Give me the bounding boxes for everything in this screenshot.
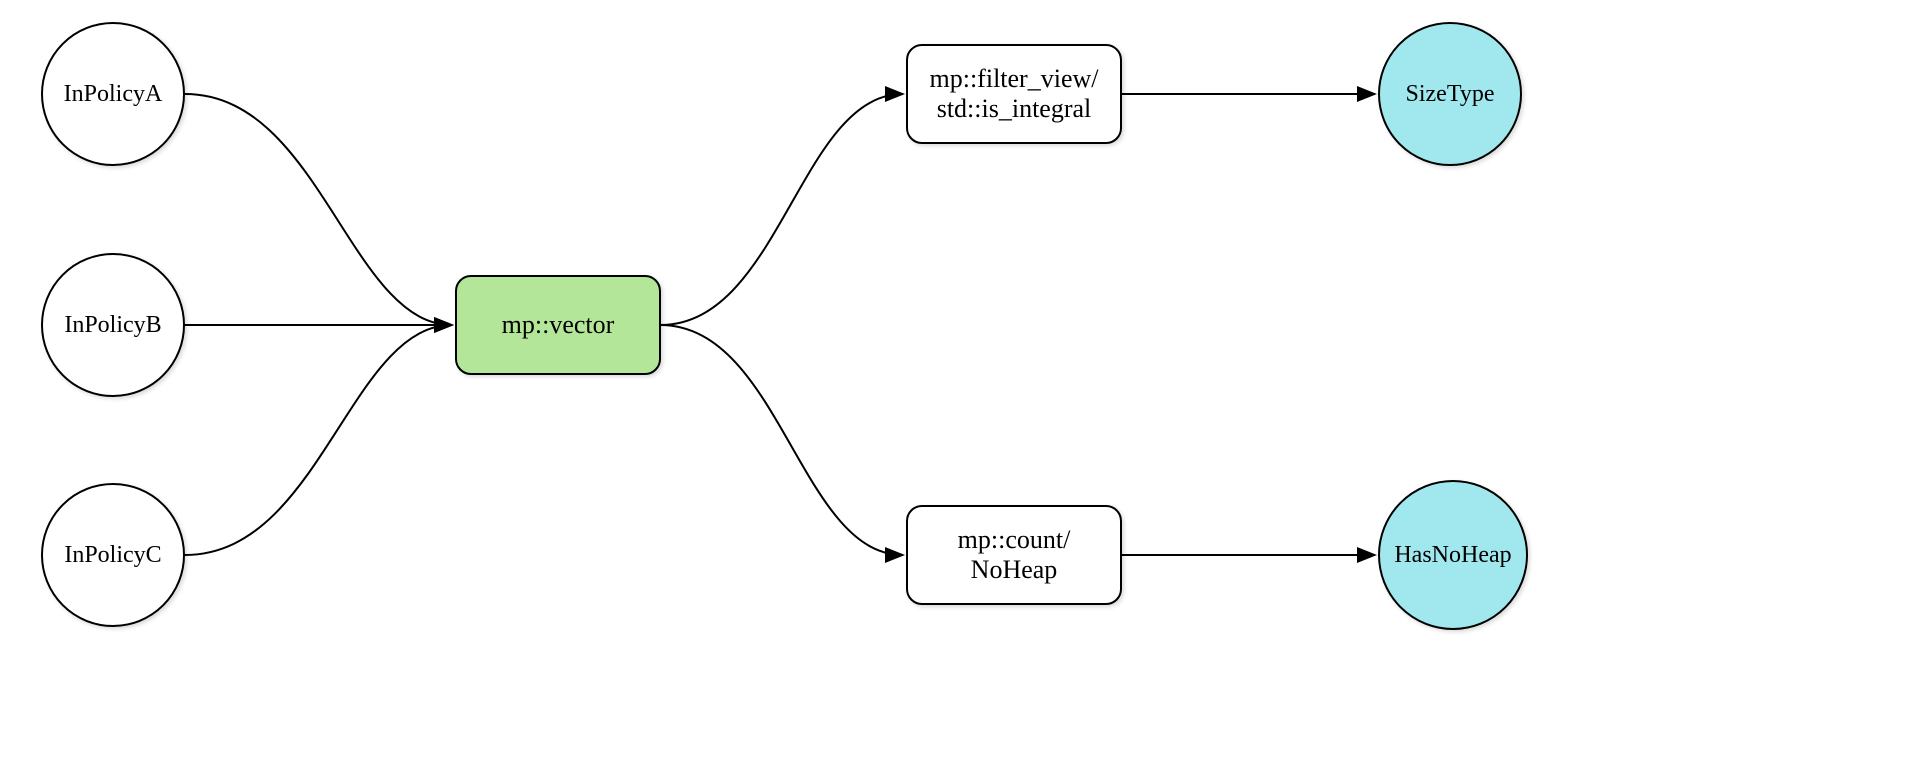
edge-vector-filterview — [660, 94, 903, 325]
node-has-no-heap: HasNoHeap — [1378, 480, 1528, 630]
node-in-policy-b: InPolicyB — [41, 253, 185, 397]
node-size-type: SizeType — [1378, 22, 1522, 166]
node-label: InPolicyB — [64, 312, 161, 339]
edge-policyC-vector — [185, 325, 452, 555]
node-label: InPolicyC — [64, 542, 161, 569]
node-label: mp::filter_view/ std::is_integral — [930, 64, 1099, 124]
node-label: SizeType — [1406, 81, 1495, 108]
node-count-noheap: mp::count/ NoHeap — [906, 505, 1122, 605]
node-label: InPolicyA — [64, 81, 163, 108]
node-label: mp::count/ NoHeap — [958, 525, 1071, 585]
node-mp-vector: mp::vector — [455, 275, 661, 375]
edge-policyA-vector — [185, 94, 452, 325]
node-label: HasNoHeap — [1394, 542, 1511, 569]
node-filter-view: mp::filter_view/ std::is_integral — [906, 44, 1122, 144]
edge-vector-count — [660, 325, 903, 555]
node-in-policy-c: InPolicyC — [41, 483, 185, 627]
node-label: mp::vector — [502, 310, 615, 340]
node-in-policy-a: InPolicyA — [41, 22, 185, 166]
